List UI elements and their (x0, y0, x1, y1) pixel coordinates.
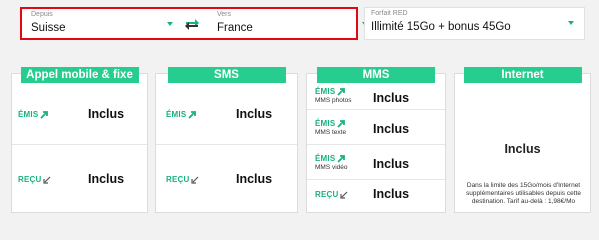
calls-out-row: ÉMIS Inclus (12, 74, 147, 144)
mms-photo-sub: MMS photos (315, 97, 352, 104)
chevron-down-icon (568, 21, 574, 25)
sms-in-label: REÇU (166, 175, 199, 184)
mms-video-row: ÉMIS MMS vidéo Inclus (307, 144, 445, 179)
destination-selector-group: Depuis Suisse Vers France (20, 7, 368, 40)
mms-photo-value: Inclus (373, 91, 410, 105)
arrow-in-icon (191, 176, 199, 184)
calls-in-value: Inclus (88, 172, 125, 186)
internet-note: Dans la limite des 15Go/mois d'Internet … (466, 182, 581, 205)
plan-label: Forfait RED (371, 10, 408, 17)
internet-value: Inclus (504, 142, 541, 156)
arrow-out-icon (337, 154, 346, 163)
calls-card: Appel mobile & fixe ÉMIS Inclus REÇU Inc… (11, 67, 148, 214)
to-country-value: France (217, 22, 253, 34)
arrow-in-icon (340, 191, 348, 199)
calls-in-label: REÇU (18, 175, 51, 184)
arrow-out-icon (40, 110, 49, 119)
mms-in-row: REÇU Inclus (307, 179, 445, 214)
sms-out-row: ÉMIS Inclus (156, 74, 297, 144)
from-country-select[interactable]: Depuis Suisse (22, 9, 177, 38)
plan-select[interactable]: Forfait RED Illimité 15Go + bonus 45Go (364, 7, 585, 40)
mms-text-row: ÉMIS MMS texte Inclus (307, 109, 445, 144)
sms-card: SMS ÉMIS Inclus REÇU Inclus (155, 67, 298, 214)
mms-video-value: Inclus (373, 157, 410, 171)
mms-photo-label: ÉMIS (315, 87, 346, 96)
sms-in-row: REÇU Inclus (156, 144, 297, 214)
sms-out-label: ÉMIS (166, 110, 197, 119)
calls-out-value: Inclus (88, 107, 125, 121)
mms-video-label: ÉMIS (315, 154, 346, 163)
calls-in-row: REÇU Inclus (12, 144, 147, 214)
arrow-out-icon (337, 87, 346, 96)
mms-in-label: REÇU (315, 190, 348, 199)
sms-out-value: Inclus (236, 107, 273, 121)
chevron-down-icon (167, 22, 173, 26)
swap-arrows-icon[interactable] (184, 17, 200, 31)
mms-card: MMS ÉMIS MMS photos Inclus ÉMIS MMS text… (306, 67, 446, 214)
mms-in-value: Inclus (373, 187, 410, 201)
arrow-out-icon (337, 119, 346, 128)
calls-out-label: ÉMIS (18, 110, 49, 119)
to-country-select[interactable]: Vers France (208, 9, 368, 38)
plan-value: Illimité 15Go + bonus 45Go (371, 21, 511, 33)
mms-text-value: Inclus (373, 122, 410, 136)
arrow-in-icon (43, 176, 51, 184)
mms-video-sub: MMS vidéo (315, 164, 348, 171)
sms-in-value: Inclus (236, 172, 273, 186)
from-country-label: Depuis (31, 11, 53, 18)
arrow-out-icon (188, 110, 197, 119)
mms-text-sub: MMS texte (315, 129, 347, 136)
mms-photo-row: ÉMIS MMS photos Inclus (307, 74, 445, 109)
internet-card-title: Internet (463, 67, 582, 83)
to-country-label: Vers (217, 11, 232, 18)
mms-text-label: ÉMIS (315, 119, 346, 128)
internet-card: Internet Inclus Dans la limite des 15Go/… (454, 67, 591, 213)
from-country-value: Suisse (31, 22, 66, 34)
